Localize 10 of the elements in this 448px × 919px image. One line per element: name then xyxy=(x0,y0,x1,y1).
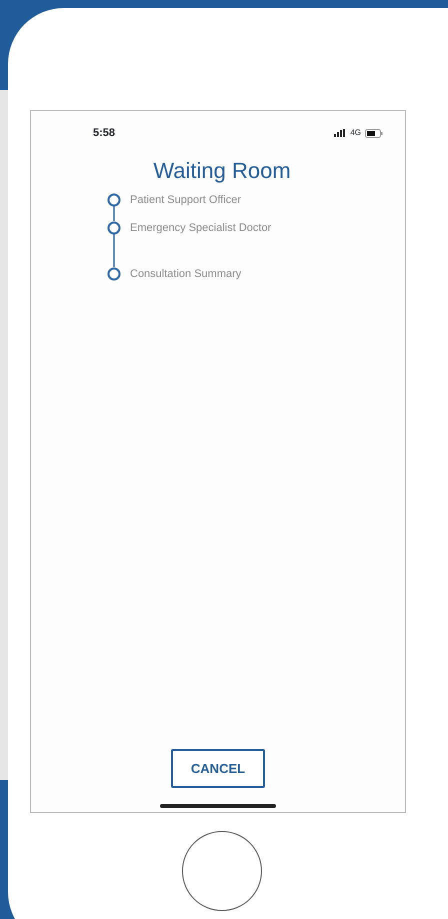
step-label: Emergency Specialist Doctor xyxy=(130,220,272,236)
step-label: Patient Support Officer xyxy=(130,192,242,208)
page-title: Waiting Room xyxy=(152,156,292,185)
step-label: Consultation Summary xyxy=(130,266,242,282)
signal-icon xyxy=(334,129,346,138)
battery-icon xyxy=(365,128,383,138)
status-time: 5:58 xyxy=(93,126,116,141)
network-label: 4G xyxy=(350,127,361,140)
home-button[interactable] xyxy=(182,831,262,911)
cancel-button[interactable]: CANCEL xyxy=(170,748,266,788)
